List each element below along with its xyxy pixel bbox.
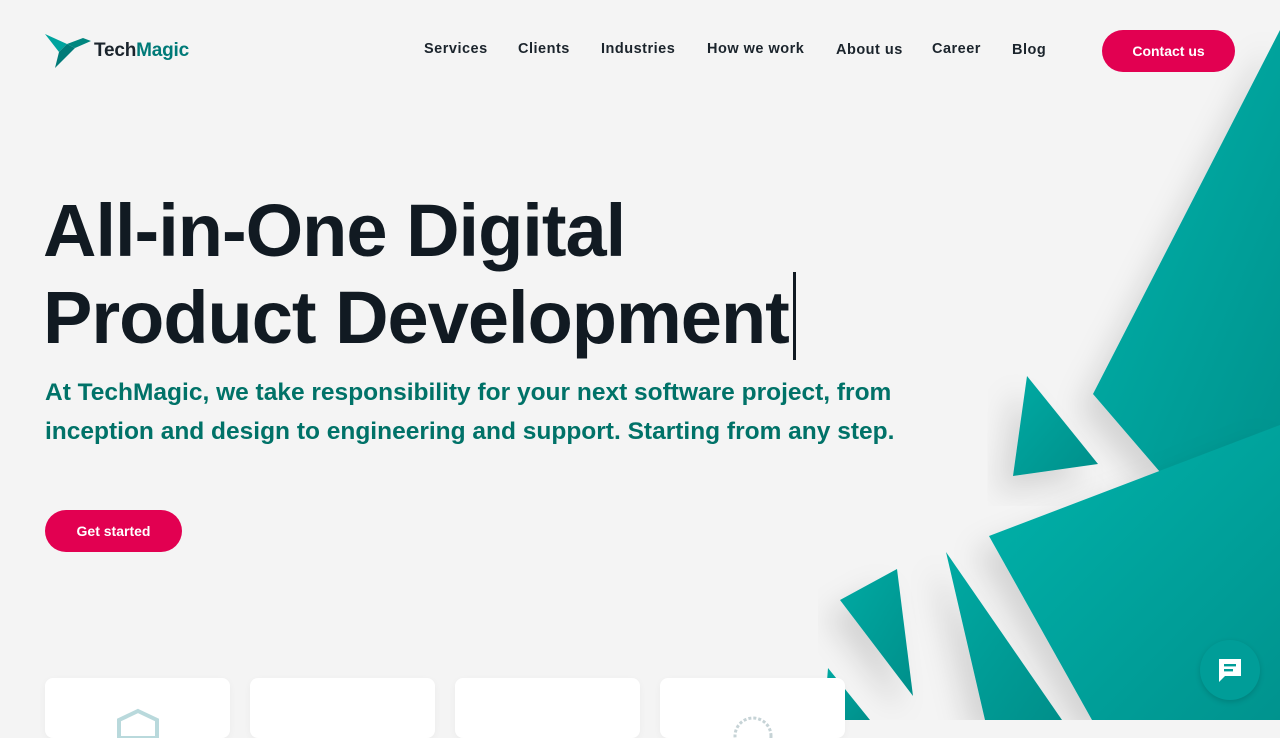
nav-item-clients[interactable]: Clients (518, 41, 570, 57)
nav-item-about-us[interactable]: About us (836, 42, 903, 58)
triangle-large-top (1093, 30, 1280, 472)
logo-wordmark: TechMagic (94, 40, 189, 61)
hero-title-line-2: Product Development (43, 272, 796, 360)
nav-item-how-we-work[interactable]: How we work (707, 41, 804, 57)
badge-card-2 (250, 678, 435, 738)
nav-item-services[interactable]: Services (424, 41, 488, 57)
triangle-bottom-left (840, 569, 913, 696)
techmagic-logo[interactable]: TechMagic (45, 32, 189, 70)
badge-card-1 (45, 678, 230, 738)
hero-subtitle: At TechMagic, we take responsibility for… (45, 379, 895, 445)
nav-item-blog[interactable]: Blog (1012, 42, 1046, 58)
hero-title: All-in-One Digital Product Development (43, 190, 796, 360)
triangle-small-left (1013, 376, 1098, 476)
seal-badge-icon (733, 716, 773, 738)
decorative-triangles (824, 30, 1280, 720)
chat-icon (1219, 659, 1241, 682)
nav-item-industries[interactable]: Industries (601, 41, 675, 57)
contact-us-button[interactable]: Contact us (1102, 30, 1235, 72)
hummingbird-logo-icon (45, 34, 91, 68)
typing-caret (792, 272, 796, 360)
badge-card-3 (455, 678, 640, 738)
hero-title-line-2-text: Product Development (43, 276, 790, 359)
chat-widget-button[interactable] (1200, 640, 1260, 700)
shield-badge-icon (117, 708, 159, 738)
hero-title-line-1: All-in-One Digital (43, 189, 626, 272)
nav-item-career[interactable]: Career (932, 41, 981, 57)
get-started-button[interactable]: Get started (45, 510, 182, 552)
badge-card-4 (660, 678, 845, 738)
